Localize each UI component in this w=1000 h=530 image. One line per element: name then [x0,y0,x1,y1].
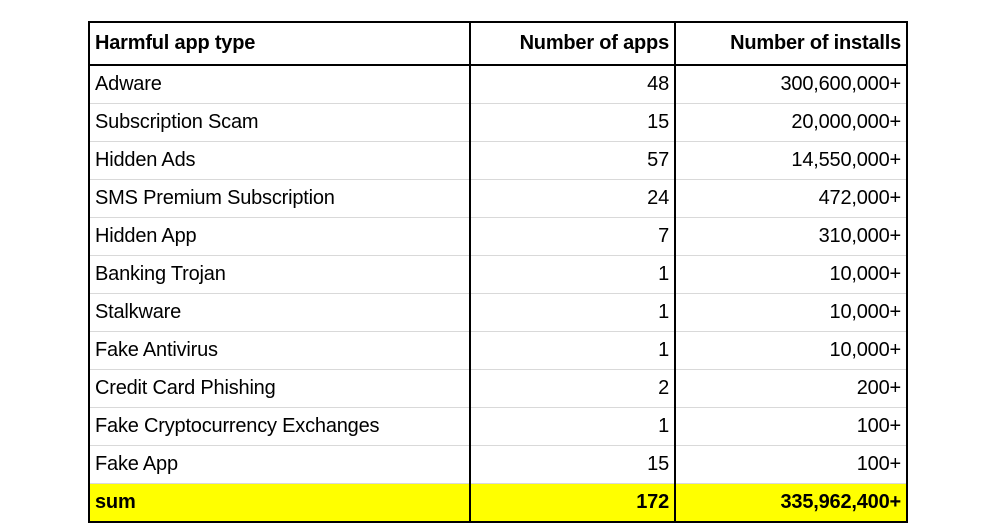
table-row: Fake Antivirus 1 10,000+ [89,331,907,370]
cell-app-type: Adware [89,65,471,104]
cell-app-type: Fake App [89,445,471,484]
cell-number-of-apps: 57 [470,141,676,180]
cell-number-of-installs: 20,000,000+ [675,103,907,142]
table-row: Stalkware 1 10,000+ [89,293,907,332]
screenshot-root: Harmful app type Number of apps Number o… [0,0,1000,530]
cell-app-type: SMS Premium Subscription [89,179,471,218]
cell-number-of-installs: 100+ [675,407,907,446]
cell-number-of-installs: 200+ [675,369,907,408]
column-header-harmful-app-type: Harmful app type [89,22,471,66]
table-row: Hidden App 7 310,000+ [89,217,907,256]
table-header: Harmful app type Number of apps Number o… [89,22,907,66]
cell-number-of-installs: 10,000+ [675,255,907,294]
cell-number-of-installs: 472,000+ [675,179,907,218]
table-row: Fake App 15 100+ [89,445,907,484]
table-row: Adware 48 300,600,000+ [89,65,907,104]
harmful-app-table-container: Harmful app type Number of apps Number o… [88,21,908,523]
table-row: Credit Card Phishing 2 200+ [89,369,907,408]
table-row: SMS Premium Subscription 24 472,000+ [89,179,907,218]
table-row: Fake Cryptocurrency Exchanges 1 100+ [89,407,907,446]
cell-number-of-installs: 300,600,000+ [675,65,907,104]
cell-number-of-apps: 1 [470,331,676,370]
column-header-number-of-installs: Number of installs [675,22,907,66]
cell-number-of-apps: 24 [470,179,676,218]
harmful-app-table: Harmful app type Number of apps Number o… [88,21,908,523]
table-body: Adware 48 300,600,000+ Subscription Scam… [89,65,907,522]
cell-app-type: Stalkware [89,293,471,332]
cell-app-type: Fake Antivirus [89,331,471,370]
cell-number-of-apps: 1 [470,407,676,446]
cell-number-of-apps: 7 [470,217,676,256]
cell-number-of-apps: 2 [470,369,676,408]
cell-number-of-apps: 15 [470,445,676,484]
cell-summary-label: sum [89,483,471,522]
cell-number-of-installs: 14,550,000+ [675,141,907,180]
cell-app-type: Subscription Scam [89,103,471,142]
cell-number-of-installs: 10,000+ [675,331,907,370]
cell-app-type: Hidden App [89,217,471,256]
table-row: Subscription Scam 15 20,000,000+ [89,103,907,142]
table-header-row: Harmful app type Number of apps Number o… [89,22,907,66]
table-row: Banking Trojan 1 10,000+ [89,255,907,294]
cell-summary-number-of-installs: 335,962,400+ [675,483,907,522]
cell-number-of-apps: 15 [470,103,676,142]
cell-number-of-installs: 310,000+ [675,217,907,256]
table-row: Hidden Ads 57 14,550,000+ [89,141,907,180]
cell-number-of-apps: 1 [470,293,676,332]
cell-number-of-apps: 1 [470,255,676,294]
cell-app-type: Credit Card Phishing [89,369,471,408]
cell-number-of-installs: 100+ [675,445,907,484]
cell-number-of-apps: 48 [470,65,676,104]
column-header-number-of-apps: Number of apps [470,22,676,66]
cell-app-type: Banking Trojan [89,255,471,294]
cell-app-type: Fake Cryptocurrency Exchanges [89,407,471,446]
table-summary-row: sum 172 335,962,400+ [89,483,907,522]
cell-app-type: Hidden Ads [89,141,471,180]
cell-number-of-installs: 10,000+ [675,293,907,332]
cell-summary-number-of-apps: 172 [470,483,676,522]
